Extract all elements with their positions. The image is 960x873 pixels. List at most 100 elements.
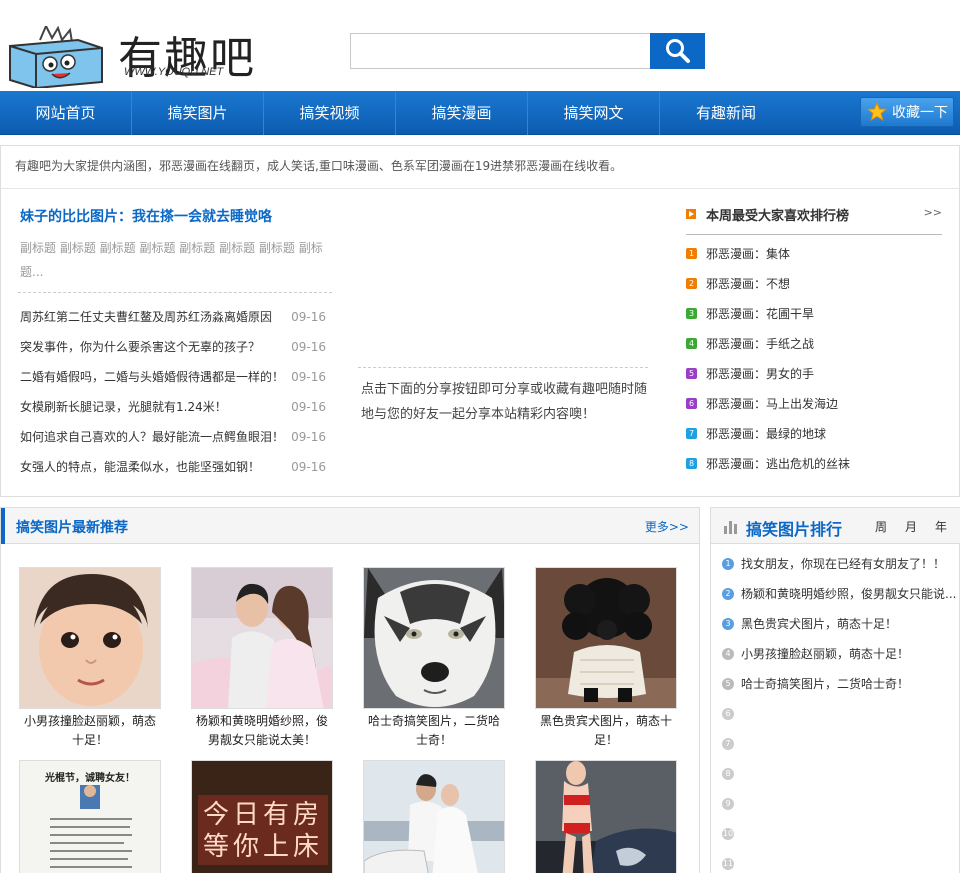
rank-item[interactable]: 4 小男孩撞脸赵丽颖，萌态十足！ (721, 639, 959, 669)
picture-card[interactable]: 今日有房等你上床 (191, 760, 333, 873)
rank-number-badge: 6 (686, 398, 697, 409)
picture-caption[interactable]: 杨颖和黄晓明婚纱照，俊男靓女只能说太美！ (191, 712, 333, 750)
rank-item[interactable]: 10 (721, 819, 959, 849)
wedding-couple-photo (192, 568, 332, 708)
rank-item[interactable]: 7 (721, 729, 959, 759)
picture-card[interactable] (363, 760, 505, 873)
rank-item[interactable]: 3 邪恶漫画：花圃干旱 (686, 299, 942, 329)
rank-item[interactable]: 11 (721, 849, 959, 873)
news-title[interactable]: 突发事件，你为什么要杀害这个无辜的孩子？ (20, 332, 260, 362)
rank-item[interactable]: 5 邪恶漫画：男女的手 (686, 359, 942, 389)
news-title[interactable]: 女模刷新长腿记录，光腿就有1.24米！ (20, 392, 227, 422)
rank-item-label[interactable]: 杨颖和黄晓明婚纱照，俊男靓女只能说... (741, 587, 956, 601)
rank-item-label[interactable]: 邪恶漫画：手纸之战 (706, 337, 814, 351)
rank-number-badge: 1 (686, 248, 697, 259)
nav-item-funny-articles[interactable]: 搞笑网文 (528, 91, 660, 135)
search-button[interactable] (650, 33, 705, 69)
picture-thumbnail[interactable] (535, 567, 677, 709)
rank-item-label[interactable]: 邪恶漫画：男女的手 (706, 367, 814, 381)
rank-number-badge: 7 (686, 428, 697, 439)
picture-thumbnail[interactable] (191, 567, 333, 709)
bookmark-button[interactable]: 收藏一下 (860, 97, 954, 127)
news-title[interactable]: 二婚有婚假吗，二婚与头婚婚假待遇都是一样的！ (20, 362, 284, 392)
latest-pictures-more-link[interactable]: 更多>> (645, 518, 689, 535)
picture-thumbnail[interactable] (535, 760, 677, 873)
divider (358, 367, 648, 368)
nav-item-home[interactable]: 网站首页 (0, 91, 132, 135)
rank-item-label[interactable]: 邪恶漫画：逃出危机的丝袜 (706, 457, 850, 471)
picture-card[interactable]: 黑色贵宾犬图片，萌态十足！ (535, 567, 677, 750)
rank-item[interactable]: 2 邪恶漫画：不想 (686, 269, 942, 299)
site-logo[interactable]: 有趣吧 WWW.YOUQU.NET (6, 8, 296, 88)
picture-caption[interactable]: 哈士奇搞笑图片，二货哈士奇！ (363, 712, 505, 750)
news-title[interactable]: 如何追求自己喜欢的人？最好能流一点鳄鱼眼泪！ (20, 422, 284, 452)
picture-caption[interactable]: 黑色贵宾犬图片，萌态十足！ (535, 712, 677, 750)
rank-item[interactable]: 8 邪恶漫画：逃出危机的丝袜 (686, 449, 942, 479)
tab-month[interactable]: 月 (905, 518, 917, 535)
picture-card[interactable]: 杨颖和黄晓明婚纱照，俊男靓女只能说太美！ (191, 567, 333, 750)
picture-thumbnail[interactable] (363, 567, 505, 709)
picture-card[interactable] (535, 760, 677, 873)
latest-pictures-panel: 搞笑图片最新推荐 更多>> 小男孩撞脸赵丽颖，萌态十足！ 杨颖和黄晓明婚纱照，俊… (0, 507, 700, 873)
rank-number-badge: 4 (722, 648, 734, 660)
rank-item-label[interactable]: 邪恶漫画：马上出发海边 (706, 397, 838, 411)
star-icon (867, 102, 887, 122)
main-nav: 网站首页 搞笑图片 搞笑视频 搞笑漫画 搞笑网文 有趣新闻 (0, 91, 960, 135)
news-date: 09-16 (291, 430, 326, 444)
nav-item-funny-comics[interactable]: 搞笑漫画 (396, 91, 528, 135)
news-item[interactable]: 周苏红第二任丈夫曹红鳌及周苏红汤淼离婚原因 09-16 (20, 302, 330, 332)
rank-item-label[interactable]: 找女朋友，你现在已经有女朋友了！！ (741, 557, 945, 571)
nav-item-funny-pictures[interactable]: 搞笑图片 (132, 91, 264, 135)
picture-thumbnail[interactable] (19, 567, 161, 709)
headline-title[interactable]: 妹子的比比图片：我在搽一会就去睡觉咯 (20, 206, 272, 226)
rank-item[interactable]: 4 邪恶漫画：手纸之战 (686, 329, 942, 359)
site-header: 有趣吧 WWW.YOUQU.NET (0, 0, 960, 91)
picture-thumbnail[interactable]: 今日有房等你上床 (191, 760, 333, 873)
picture-card[interactable]: 光棍节，诚聘女友！ (19, 760, 161, 873)
rank-number-badge: 11 (722, 858, 734, 870)
divider (18, 292, 332, 293)
news-title[interactable]: 女强人的特点，能温柔似水，也能坚强如钢！ (20, 452, 260, 482)
rank-item[interactable]: 1 邪恶漫画：集体 (686, 239, 942, 269)
rank-item-label[interactable]: 邪恶漫画：花圃干旱 (706, 307, 814, 321)
rank-item[interactable]: 5 哈士奇搞笑图片，二货哈士奇！ (721, 669, 959, 699)
picture-card[interactable]: 小男孩撞脸赵丽颖，萌态十足！ (19, 567, 161, 750)
picture-rank-title: 搞笑图片排行 (746, 520, 843, 539)
rank-item[interactable]: 3 黑色贵宾犬图片，萌态十足！ (721, 609, 959, 639)
picture-caption[interactable]: 小男孩撞脸赵丽颖，萌态十足！ (19, 712, 161, 750)
rank-item-label[interactable]: 小男孩撞脸赵丽颖，萌态十足！ (741, 647, 909, 661)
rank-item[interactable]: 2 杨颖和黄晓明婚纱照，俊男靓女只能说... (721, 579, 959, 609)
rank-item[interactable]: 9 (721, 789, 959, 819)
rank-item-label[interactable]: 黑色贵宾犬图片，萌态十足！ (741, 617, 897, 631)
picture-thumbnail[interactable]: 光棍节，诚聘女友！ (19, 760, 161, 873)
rank-number-badge: 8 (686, 458, 697, 469)
rank-number-badge: 3 (722, 618, 734, 630)
news-item[interactable]: 二婚有婚假吗，二婚与头婚婚假待遇都是一样的！ 09-16 (20, 362, 330, 392)
rank-item-label[interactable]: 邪恶漫画：最绿的地球 (706, 427, 826, 441)
news-item[interactable]: 突发事件，你为什么要杀害这个无辜的孩子？ 09-16 (20, 332, 330, 362)
tab-year[interactable]: 年 (935, 518, 947, 535)
news-item[interactable]: 女强人的特点，能温柔似水，也能坚强如钢！ 09-16 (20, 452, 330, 482)
rank-item[interactable]: 8 (721, 759, 959, 789)
rank-item-label[interactable]: 邪恶漫画：不想 (706, 277, 790, 291)
site-intro: 有趣吧为大家提供内涵图，邪恶漫画在线翻页，成人笑话,重口味漫画、色系军团漫画在1… (0, 145, 960, 189)
news-title[interactable]: 周苏红第二任丈夫曹红鳌及周苏红汤淼离婚原因 (20, 302, 272, 332)
search-input[interactable] (350, 33, 651, 69)
rank-item-label[interactable]: 哈士奇搞笑图片，二货哈士奇！ (741, 677, 909, 691)
tab-week[interactable]: 周 (875, 518, 887, 535)
bookmark-label: 收藏一下 (892, 105, 948, 121)
rank-item[interactable]: 1 找女朋友，你现在已经有女朋友了！！ (721, 549, 959, 579)
rank-item-label[interactable]: 邪恶漫画：集体 (706, 247, 790, 261)
nav-item-funny-videos[interactable]: 搞笑视频 (264, 91, 396, 135)
picture-thumbnail[interactable] (363, 760, 505, 873)
picture-card[interactable]: 哈士奇搞笑图片，二货哈士奇！ (363, 567, 505, 750)
news-item[interactable]: 如何追求自己喜欢的人？最好能流一点鳄鱼眼泪！ 09-16 (20, 422, 330, 452)
rank-item[interactable]: 6 邪恶漫画：马上出发海边 (686, 389, 942, 419)
rank-item[interactable]: 6 (721, 699, 959, 729)
weekly-rank-more-link[interactable]: >> (924, 206, 942, 219)
nav-item-fun-news[interactable]: 有趣新闻 (660, 91, 792, 135)
news-item[interactable]: 女模刷新长腿记录，光腿就有1.24米！ 09-16 (20, 392, 330, 422)
rank-item[interactable]: 7 邪恶漫画：最绿的地球 (686, 419, 942, 449)
rank-number-badge: 10 (722, 828, 734, 840)
news-list: 周苏红第二任丈夫曹红鳌及周苏红汤淼离婚原因 09-16 突发事件，你为什么要杀害这… (20, 302, 330, 482)
